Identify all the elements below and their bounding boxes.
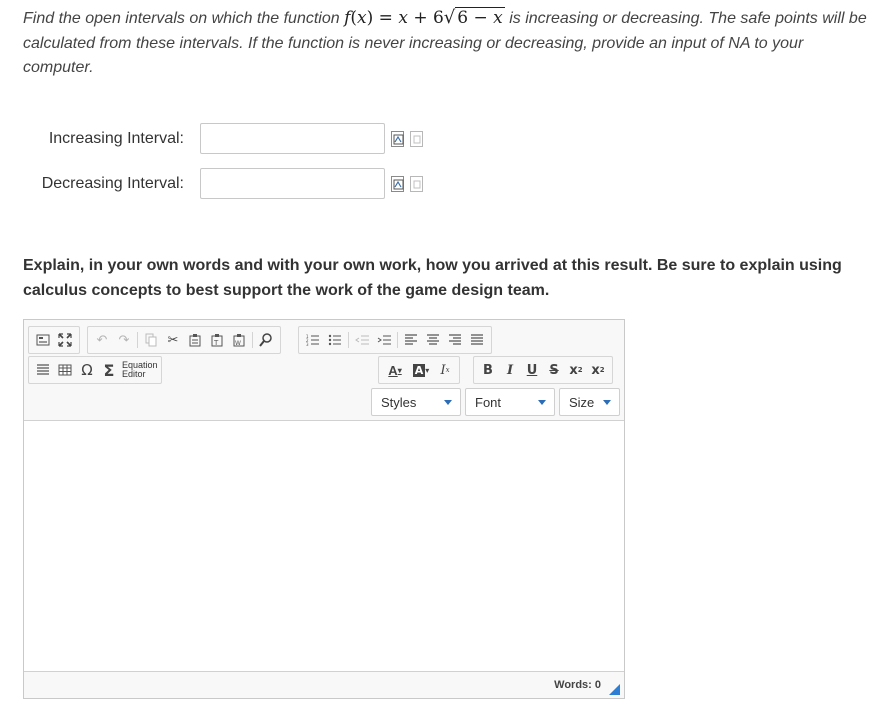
paste-icon[interactable]: T <box>208 331 226 349</box>
align-right-icon[interactable] <box>446 331 464 349</box>
equation-editor-label[interactable]: Equation Editor <box>122 361 158 379</box>
table-icon[interactable] <box>56 361 74 379</box>
superscript-button[interactable]: x2 <box>589 361 607 379</box>
svg-text:3: 3 <box>306 342 309 346</box>
toolbar-group-document <box>28 326 80 354</box>
size-label: Size <box>569 394 595 410</box>
decreasing-interval-input[interactable] <box>200 168 385 199</box>
editor-content-area[interactable] <box>24 421 624 672</box>
question-text: Find the open intervals on which the fun… <box>23 6 868 81</box>
background-color-button[interactable]: A ▾ <box>410 361 432 379</box>
size-dropdown[interactable]: Size <box>559 388 620 416</box>
editor-statusbar: Words: 0 <box>24 671 624 698</box>
separator <box>137 332 138 348</box>
bold-button[interactable]: B <box>479 361 497 379</box>
toolbar-group-insert: Ω Σ Equation Editor <box>28 356 162 384</box>
special-character-icon[interactable]: Ω <box>78 361 96 379</box>
source-icon[interactable] <box>34 331 52 349</box>
indent-icon[interactable] <box>375 331 393 349</box>
decreasing-label: Decreasing Interval: <box>41 174 184 192</box>
dropdown-arrow-icon <box>603 400 611 405</box>
italic-button[interactable]: I <box>501 361 519 379</box>
remove-format-icon[interactable]: Ix <box>436 361 454 379</box>
separator <box>348 332 349 348</box>
redo-icon[interactable]: ↷ <box>115 331 133 349</box>
toolbar-group-paragraph: 123 <box>298 326 492 354</box>
resize-handle-icon[interactable] <box>609 684 620 695</box>
find-icon[interactable] <box>257 331 275 349</box>
undo-icon[interactable]: ↶ <box>93 331 111 349</box>
subscript-button[interactable]: x2 <box>567 361 585 379</box>
copy-icon[interactable] <box>186 331 204 349</box>
increasing-row: Increasing Interval: <box>0 123 423 154</box>
decreasing-row: Decreasing Interval: <box>0 168 423 199</box>
separator <box>397 332 398 348</box>
text-color-button[interactable]: A ▾ <box>384 361 406 379</box>
function-formula: f(x) = x + 6√ 6 − x <box>344 7 505 28</box>
horizontal-line-icon[interactable] <box>34 361 52 379</box>
toolbar-group-colors: A ▾ A ▾ Ix <box>378 356 460 384</box>
strikethrough-button[interactable]: S <box>545 361 563 379</box>
help-document-icon[interactable] <box>410 175 423 192</box>
increasing-label: Increasing Interval: <box>48 129 184 147</box>
toolbar-group-basicstyles: B I U S x2 x2 <box>473 356 613 384</box>
dropdown-arrow-icon <box>444 400 452 405</box>
outdent-icon[interactable] <box>353 331 371 349</box>
editor-toolbar: ↶ ↷ ✂ T W 123 Ω Σ Equation Editor A ▾ A … <box>24 320 624 421</box>
bullet-list-icon[interactable] <box>326 331 344 349</box>
increasing-interval-input[interactable] <box>200 123 385 154</box>
justify-icon[interactable] <box>468 331 486 349</box>
underline-button[interactable]: U <box>523 361 541 379</box>
maximize-icon[interactable] <box>56 331 74 349</box>
rich-text-editor: ↶ ↷ ✂ T W 123 Ω Σ Equation Editor A ▾ A … <box>23 319 625 699</box>
svg-text:W: W <box>235 340 241 347</box>
paste-word-icon[interactable]: W <box>230 331 248 349</box>
copy-format-icon[interactable] <box>142 331 160 349</box>
toolbar-group-clipboard: ↶ ↷ ✂ T W <box>87 326 281 354</box>
svg-text:T: T <box>213 339 219 347</box>
font-dropdown[interactable]: Font <box>465 388 555 416</box>
explain-prompt: Explain, in your own words and with your… <box>23 257 842 299</box>
help-document-icon[interactable] <box>410 130 423 147</box>
equation-preview-icon[interactable] <box>391 175 404 192</box>
equation-editor-icon[interactable]: Σ <box>100 361 118 380</box>
styles-dropdown[interactable]: Styles <box>371 388 461 416</box>
word-count: Words: 0 <box>554 679 601 691</box>
align-center-icon[interactable] <box>424 331 442 349</box>
equation-preview-icon[interactable] <box>391 130 404 147</box>
styles-label: Styles <box>381 394 417 410</box>
dropdown-arrow-icon <box>538 400 546 405</box>
cut-icon[interactable]: ✂ <box>164 331 182 349</box>
separator <box>252 332 253 348</box>
question-prefix: Find the open intervals on which the fun… <box>23 10 345 27</box>
numbered-list-icon[interactable]: 123 <box>304 331 322 349</box>
align-left-icon[interactable] <box>402 331 420 349</box>
font-label: Font <box>475 394 502 410</box>
